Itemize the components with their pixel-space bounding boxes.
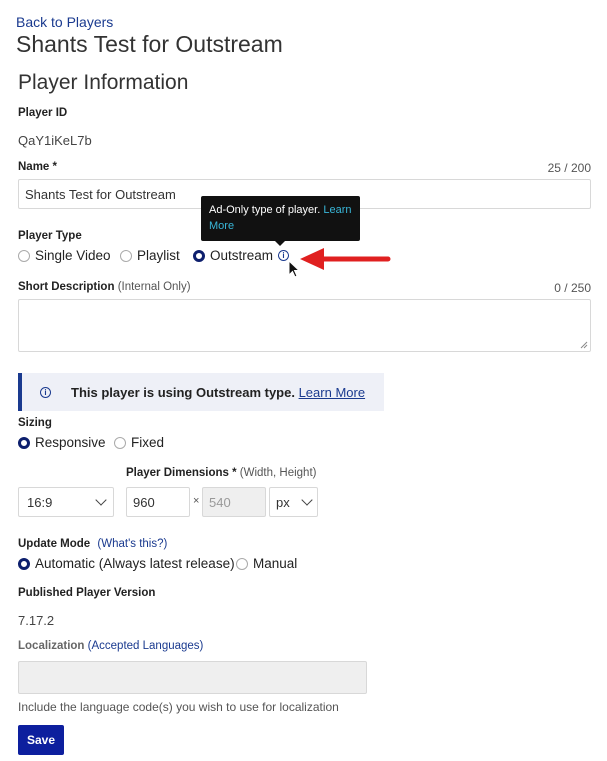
update-mode-label-text: Update Mode [18,538,91,550]
player-type-single-video-radio[interactable]: Single Video [18,248,111,263]
chevron-down-icon [95,494,107,506]
chevron-down-icon [301,494,313,506]
radio-checked-icon [193,249,205,262]
published-version-value: 7.17.2 [18,613,55,628]
sizing-fixed-radio[interactable]: Fixed [114,435,164,450]
player-type-label: Player Type [18,230,82,242]
localization-label-text: Localization [18,640,85,652]
localization-input [18,661,367,694]
short-description-label: Short Description (Internal Only) [18,281,191,293]
back-to-players-link[interactable]: Back to Players [16,14,113,30]
info-icon: i [40,386,51,398]
radio-unchecked-icon [18,249,30,262]
published-version-label: Published Player Version [18,587,156,599]
mouse-cursor-icon [288,260,300,278]
radio-label: Playlist [137,248,180,263]
radio-unchecked-icon [120,249,132,262]
player-dimensions-hint: (Width, Height) [239,467,317,479]
sizing-responsive-radio[interactable]: Responsive [18,435,106,450]
height-value: 540 [209,494,231,510]
tooltip-text: Ad-Only type of player. [209,204,321,216]
update-mode-automatic-radio[interactable]: Automatic (Always latest release) [18,556,235,571]
outstream-info-banner: i This player is using Outstream type. L… [18,373,384,411]
radio-checked-icon [18,436,30,449]
radio-unchecked-icon [236,557,248,570]
accepted-languages-link[interactable]: (Accepted Languages) [88,640,204,652]
aspect-ratio-value: 16:9 [27,494,53,510]
radio-label: Manual [253,556,298,571]
player-type-outstream-radio[interactable]: Outstream i [193,248,290,263]
unit-value: px [276,494,290,510]
unit-select[interactable]: px [269,487,318,517]
annotation-arrow-icon [300,248,391,270]
page-title: Shants Test for Outstream [16,31,283,57]
radio-checked-icon [18,557,30,570]
radio-label: Single Video [35,248,111,263]
short-description-counter: 0 / 250 [554,281,591,295]
name-input-value: Shants Test for Outstream [25,186,176,202]
save-button[interactable]: Save [18,725,64,755]
localization-label: Localization (Accepted Languages) [18,640,203,652]
width-input[interactable]: 960 [126,487,190,517]
radio-unchecked-icon [114,436,126,449]
radio-label: Fixed [131,435,165,450]
localization-help-text: Include the language code(s) you wish to… [18,700,339,714]
section-title: Player Information [18,71,189,94]
banner-text: This player is using Outstream type. [71,384,295,400]
player-dimensions-label: Player Dimensions * (Width, Height) [126,467,316,479]
sizing-label: Sizing [18,417,52,429]
radio-label: Automatic (Always latest release) [35,556,235,571]
short-description-hint: (Internal Only) [117,281,191,293]
aspect-ratio-select[interactable]: 16:9 [18,487,114,517]
banner-learn-more-link[interactable]: Learn More [299,385,365,400]
height-input: 540 [202,487,266,517]
name-counter: 25 / 200 [547,161,591,175]
player-id-label: Player ID [18,107,68,119]
short-description-textarea[interactable] [18,299,591,352]
player-id-value: QaY1iKeL7b [18,133,92,148]
tooltip-pointer [274,240,286,246]
resize-grip-icon[interactable] [580,341,588,349]
whats-this-link[interactable]: (What's this?) [97,538,167,550]
name-label: Name * [18,161,57,173]
player-dimensions-label-text: Player Dimensions * [126,467,237,479]
dimension-separator: × [193,495,200,507]
update-mode-manual-radio[interactable]: Manual [236,556,297,571]
radio-label: Responsive [35,435,106,450]
short-description-label-text: Short Description [18,281,115,293]
player-type-tooltip: Ad-Only type of player. Learn More [201,196,360,241]
banner-message: This player is using Outstream type. Lea… [71,385,365,400]
update-mode-label: Update Mode (What's this?) [18,538,167,550]
width-value: 960 [133,494,155,510]
radio-label: Outstream [210,248,274,263]
player-type-playlist-radio[interactable]: Playlist [120,248,180,263]
